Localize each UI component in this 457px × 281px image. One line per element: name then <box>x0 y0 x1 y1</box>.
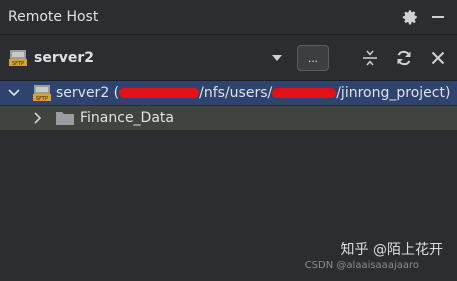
chevron-down-icon[interactable] <box>269 50 285 66</box>
folder-icon <box>56 111 74 125</box>
sftp-icon: SFTP <box>32 83 52 103</box>
close-icon[interactable] <box>427 47 449 69</box>
chevron-right-icon[interactable] <box>30 110 46 126</box>
refresh-icon[interactable] <box>393 47 415 69</box>
chevron-down-icon[interactable] <box>6 85 22 101</box>
server-toolbar: SFTP server2 ... <box>0 34 457 80</box>
panel-header: Remote Host <box>0 0 457 34</box>
tree-root-label-project: /jinrong_project) <box>336 85 451 101</box>
server-selector-label[interactable]: server2 <box>34 50 269 66</box>
tree-root-row[interactable]: SFTP server2 ( /nfs/users/ /jinrong_proj… <box>0 81 457 105</box>
browse-more-button[interactable]: ... <box>297 44 329 71</box>
remote-file-tree: SFTP server2 ( /nfs/users/ /jinrong_proj… <box>0 80 457 130</box>
tree-item-folder[interactable]: Finance_Data <box>0 106 457 130</box>
sftp-icon: SFTP <box>8 48 28 68</box>
svg-text:SFTP: SFTP <box>12 61 24 67</box>
watermark-text: 知乎 @陌上花开 <box>340 242 443 258</box>
watermark-subtext: CSDN @alaaisaaajaaro <box>304 260 419 271</box>
minimize-icon[interactable] <box>427 6 449 28</box>
redaction-mark <box>119 88 200 98</box>
tree-root-label-server: server2 ( <box>56 85 120 101</box>
svg-text:SFTP: SFTP <box>36 96 48 102</box>
redaction-mark <box>272 88 337 98</box>
gear-icon[interactable] <box>399 6 421 28</box>
tree-root-label-path: /nfs/users/ <box>199 85 273 101</box>
collapse-icon[interactable] <box>359 47 381 69</box>
tree-item-label: Finance_Data <box>80 110 174 126</box>
panel-title: Remote Host <box>8 9 99 25</box>
